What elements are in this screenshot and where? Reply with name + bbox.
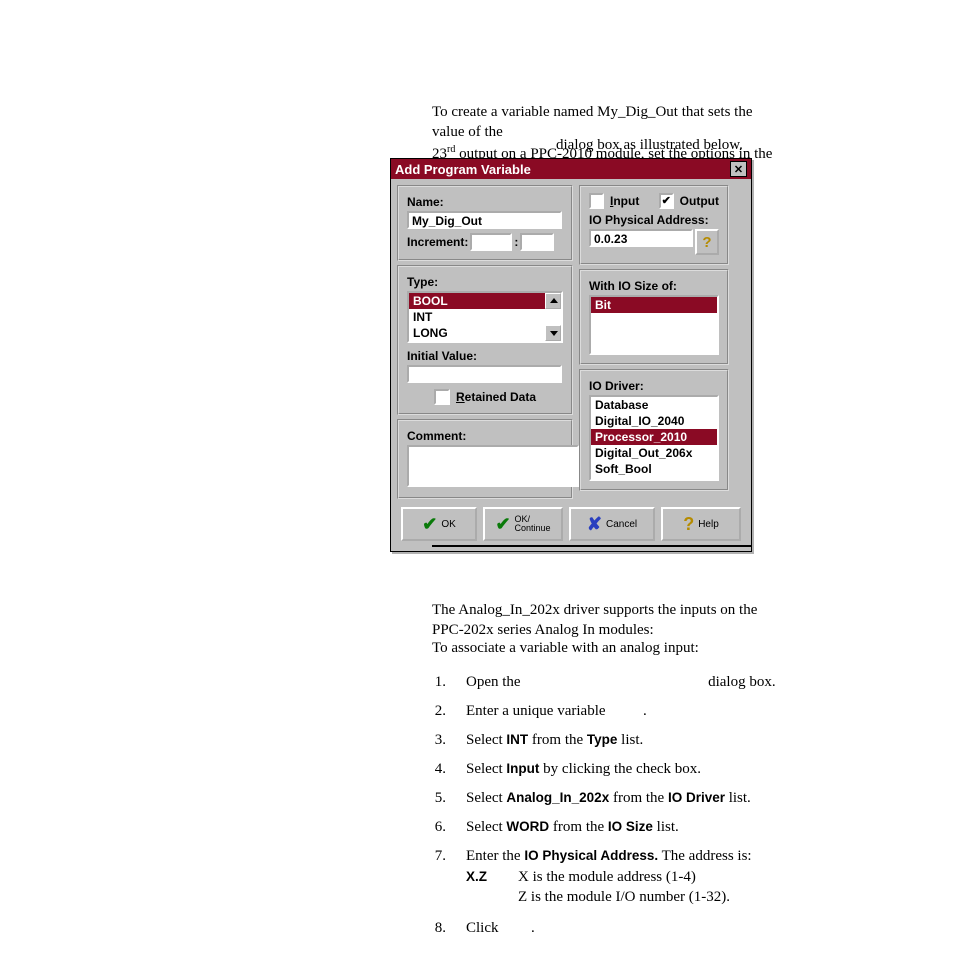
step-6: 6. Select WORD from the IO Size list. — [432, 819, 782, 836]
io-address-label: IO Physical Address: — [589, 213, 719, 227]
step-2: 2. Enter a unique variable . — [432, 703, 782, 720]
intro-text: To create a variable named My_Dig_Out th… — [432, 102, 777, 164]
io-size-listbox[interactable]: Bit — [589, 295, 719, 355]
ok-button[interactable]: ✔ OK — [401, 507, 477, 541]
dialog-titlebar: Add Program Variable ✕ — [391, 159, 751, 179]
driver-item-processor-2010[interactable]: Processor_2010 — [591, 429, 717, 445]
section-associate-text: To associate a variable with an analog i… — [432, 640, 777, 657]
check-icon: ✔ — [422, 514, 437, 535]
initial-value-label: Initial Value: — [407, 349, 563, 363]
cancel-button[interactable]: ✘ Cancel — [569, 507, 655, 541]
name-input[interactable]: My_Dig_Out — [407, 211, 562, 229]
type-item-int[interactable]: INT — [409, 309, 561, 325]
input-checkbox[interactable] — [589, 193, 604, 209]
driver-item-database[interactable]: Database — [591, 397, 717, 413]
retained-checkbox[interactable] — [434, 389, 450, 405]
name-panel: Name: My_Dig_Out Increment: : — [397, 185, 573, 261]
cancel-label: Cancel — [606, 519, 637, 530]
help-label: Help — [698, 519, 719, 530]
retained-label: Retained Data — [456, 390, 536, 404]
type-label: Type: — [407, 275, 563, 289]
io-driver-panel: IO Driver: Database Digital_IO_2040 Proc… — [579, 369, 729, 491]
increment-label: Increment: — [407, 235, 468, 249]
type-panel: Type: BOOL INT LONG Initial Value: Retai… — [397, 265, 573, 415]
ok-continue-button[interactable]: ✔ OK/Continue — [483, 507, 563, 541]
output-checkbox[interactable] — [659, 193, 674, 209]
io-address-panel: Input Output IO Physical Address: 0.0.23… — [579, 185, 729, 265]
add-variable-dialog: Add Program Variable ✕ Name: My_Dig_Out … — [390, 158, 752, 552]
io-driver-label: IO Driver: — [589, 379, 719, 393]
ok-continue-label: OK/Continue — [515, 515, 551, 533]
dialog-title: Add Program Variable — [395, 162, 531, 177]
ok-label: OK — [441, 519, 455, 530]
x-icon: ✘ — [587, 514, 602, 535]
step-1: 1. Open the dialog box. — [432, 674, 782, 691]
step-8: 8. Click . — [432, 920, 782, 937]
name-label: Name: — [407, 195, 563, 209]
io-size-item-bit[interactable]: Bit — [591, 297, 717, 313]
io-address-input[interactable]: 0.0.23 — [589, 229, 693, 247]
type-item-bool[interactable]: BOOL — [409, 293, 561, 309]
dialog-button-row: ✔ OK ✔ OK/Continue ✘ Cancel ? Help — [391, 501, 751, 551]
steps-list: 1. Open the dialog box. 2. Enter a uniqu… — [432, 662, 782, 937]
step-3: 3. Select INT from the Type list. — [432, 732, 782, 749]
increment-input-1[interactable] — [470, 233, 512, 251]
help-button[interactable]: ? Help — [661, 507, 741, 541]
output-label: Output — [680, 194, 719, 208]
driver-item-soft-bool[interactable]: Soft_Bool — [591, 461, 717, 477]
type-item-long[interactable]: LONG — [409, 325, 561, 341]
type-listbox[interactable]: BOOL INT LONG — [407, 291, 563, 343]
check-icon: ✔ — [495, 514, 510, 535]
input-label: Input — [610, 194, 639, 208]
step-4: 4. Select Input by clicking the check bo… — [432, 761, 782, 778]
intro-line3: dialog box as illustrated below. — [556, 137, 743, 154]
comment-label: Comment: — [407, 429, 563, 443]
scroll-down-icon[interactable] — [545, 325, 561, 341]
initial-value-input[interactable] — [407, 365, 562, 383]
section-divider — [432, 545, 752, 547]
comment-panel: Comment: — [397, 419, 573, 499]
comment-input[interactable] — [407, 445, 579, 487]
io-driver-listbox[interactable]: Database Digital_IO_2040 Processor_2010 … — [589, 395, 719, 481]
scroll-up-icon[interactable] — [545, 293, 561, 309]
step-5: 5. Select Analog_In_202x from the IO Dri… — [432, 790, 782, 807]
address-help-button[interactable]: ? — [695, 229, 719, 255]
close-icon[interactable]: ✕ — [730, 161, 747, 177]
section-description: The Analog_In_202x driver supports the i… — [432, 600, 777, 641]
io-size-panel: With IO Size of: Bit — [579, 269, 729, 365]
io-size-label: With IO Size of: — [589, 279, 719, 293]
increment-input-2[interactable] — [520, 233, 554, 251]
step-7: 7. Enter the IO Physical Address. The ad… — [432, 848, 782, 908]
question-icon: ? — [683, 514, 694, 535]
intro-line1: To create a variable named My_Dig_Out th… — [432, 104, 753, 140]
driver-item-digital-io-2040[interactable]: Digital_IO_2040 — [591, 413, 717, 429]
driver-item-digital-out-206x[interactable]: Digital_Out_206x — [591, 445, 717, 461]
